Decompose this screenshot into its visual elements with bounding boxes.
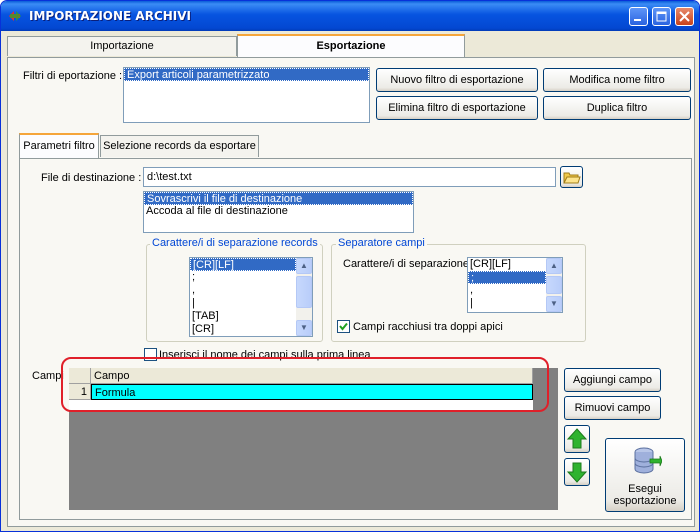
maximize-button[interactable]	[652, 7, 671, 26]
list-item[interactable]: Sovrascrivi il file di destinazione	[144, 192, 413, 205]
filters-list[interactable]: Export articoli parametrizzato	[123, 67, 370, 123]
list-item[interactable]: [TAB]	[190, 310, 312, 323]
filters-label: Filtri di eportazione :	[23, 70, 123, 82]
field-separator-scrollbar[interactable]: ▲ ▼	[546, 258, 562, 312]
minimize-button[interactable]	[629, 7, 648, 26]
close-icon	[679, 11, 690, 22]
list-item[interactable]: [CR][LF]	[190, 258, 296, 271]
tab-label: Esportazione	[316, 40, 386, 52]
list-item[interactable]: ;	[190, 271, 312, 284]
run-export-label: Esegui esportazione	[606, 483, 684, 507]
field-separator-label: Carattere/i di separazione	[343, 258, 469, 270]
scroll-up-arrow-icon[interactable]: ▲	[296, 258, 312, 274]
tab-importazione[interactable]: Importazione	[7, 36, 237, 56]
tab-label: Importazione	[90, 40, 154, 52]
window-title: IMPORTAZIONE ARCHIVI	[29, 9, 192, 23]
scroll-down-arrow-icon[interactable]: ▼	[296, 320, 312, 336]
fields-label: Campi	[32, 370, 64, 382]
folder-icon	[563, 172, 581, 184]
arrow-down-icon	[566, 462, 588, 483]
browse-button[interactable]	[560, 166, 583, 188]
subtab-label: Parametri filtro	[23, 140, 95, 152]
field-separator-title: Separatore campi	[336, 237, 427, 249]
field-separator-list[interactable]: [CR][LF] ; , | ▲ ▼	[467, 257, 563, 313]
remove-field-button[interactable]: Rimuovi campo	[564, 396, 661, 420]
delete-filter-button[interactable]: Elimina filtro di esportazione	[376, 96, 538, 120]
run-export-line2: esportazione	[613, 495, 677, 507]
scroll-thumb[interactable]	[296, 276, 312, 308]
subtab-label: Selezione records da esportare	[103, 140, 256, 152]
rename-filter-button[interactable]: Modifica nome filtro	[543, 68, 691, 92]
scroll-up-arrow-icon[interactable]: ▲	[546, 258, 562, 274]
scroll-down-arrow-icon[interactable]: ▼	[546, 296, 562, 312]
list-item[interactable]: [CR][LF]	[468, 258, 546, 271]
destination-label: File di destinazione :	[41, 172, 142, 184]
subtab-parametri-filtro[interactable]: Parametri filtro	[19, 133, 99, 159]
minimize-icon	[634, 19, 641, 21]
app-icon	[9, 11, 21, 21]
record-separator-scrollbar[interactable]: ▲ ▼	[296, 258, 312, 336]
quotes-checkbox[interactable]	[337, 320, 350, 333]
add-field-button[interactable]: Aggiungi campo	[564, 368, 661, 392]
list-item[interactable]: [CR]	[190, 323, 312, 336]
checkmark-icon	[339, 322, 348, 331]
run-export-button[interactable]: Esegui esportazione	[605, 438, 685, 512]
title-bar[interactable]: IMPORTAZIONE ARCHIVI	[1, 1, 699, 31]
move-down-button[interactable]	[564, 458, 590, 486]
arrow-up-icon	[566, 428, 588, 449]
list-item[interactable]: Accoda al file di destinazione	[144, 205, 413, 218]
highlight-annotation	[61, 357, 549, 412]
run-export-line1: Esegui	[628, 483, 662, 495]
move-up-button[interactable]	[564, 425, 590, 453]
database-export-icon	[634, 447, 662, 474]
subtab-selezione-records[interactable]: Selezione records da esportare	[100, 135, 259, 157]
tab-esportazione[interactable]: Esportazione	[237, 34, 465, 58]
record-separator-title: Carattere/i di separazione records	[150, 237, 320, 249]
close-button[interactable]	[675, 7, 694, 26]
new-filter-button[interactable]: Nuovo filtro di esportazione	[376, 68, 538, 92]
scroll-thumb[interactable]	[546, 276, 562, 294]
record-separator-list[interactable]: [CR][LF] ; , | [TAB] [CR] ▲ ▼	[189, 257, 313, 337]
maximize-icon	[656, 11, 667, 22]
duplicate-filter-button[interactable]: Duplica filtro	[543, 96, 691, 120]
destination-path-input[interactable]: d:\test.txt	[143, 167, 556, 187]
list-item[interactable]: |	[190, 297, 312, 310]
quotes-label: Campi racchiusi tra doppi apici	[353, 321, 503, 333]
destination-mode-list[interactable]: Sovrascrivi il file di destinazione Acco…	[143, 191, 414, 233]
list-item[interactable]: ,	[190, 284, 312, 297]
main-window: IMPORTAZIONE ARCHIVI Importazione Esport…	[0, 0, 700, 532]
list-item[interactable]: ;	[468, 271, 546, 284]
list-item[interactable]: Export articoli parametrizzato	[124, 68, 369, 81]
